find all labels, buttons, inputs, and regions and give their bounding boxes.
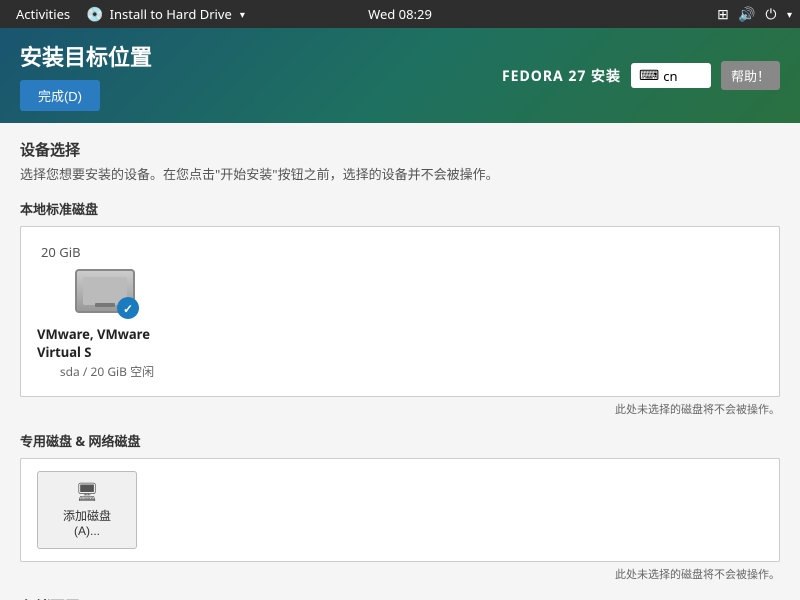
local-disk-box: 20 GiB ✓ VMware, VMware Virtual S sda / … (20, 226, 780, 397)
disk-item[interactable]: 20 GiB ✓ VMware, VMware Virtual S sda / … (37, 243, 177, 380)
volume-icon[interactable]: 🔊 (739, 6, 755, 22)
topbar-datetime: Wed 08:29 (368, 5, 432, 23)
keyboard-lang: cn (663, 67, 677, 85)
local-note: 此处未选择的磁盘将不会被操作。 (20, 401, 780, 417)
power-icon[interactable]: ⏻ (763, 6, 779, 22)
add-disk-label: 添加磁盘(A)... (52, 507, 122, 538)
system-menu-arrow: ▾ (787, 7, 792, 21)
main-content: 安装目标位置 完成(D) FEDORA 27 安装 ⌨ cn 帮助！ 设备选择 … (0, 28, 800, 600)
device-selection-title: 设备选择 (20, 139, 780, 160)
disk-size: 20 GiB (37, 243, 81, 261)
topbar-left: Activities 💿 Install to Hard Drive ▾ (8, 0, 253, 28)
installer-header: 安装目标位置 完成(D) FEDORA 27 安装 ⌨ cn 帮助！ (0, 28, 800, 123)
header-left: 安装目标位置 完成(D) (20, 40, 152, 111)
help-button[interactable]: 帮助！ (721, 61, 780, 90)
datetime-label: Wed 08:29 (368, 5, 432, 23)
page-title: 安装目标位置 (20, 40, 152, 72)
keyboard-icon: ⌨ (639, 66, 659, 85)
disk-name: VMware, VMware Virtual S (37, 325, 177, 361)
activities-button[interactable]: Activities (8, 0, 78, 28)
content-area: 设备选择 选择您想要安装的设备。在您点击"开始安装"按钮之前，选择的设备并不会被… (0, 123, 800, 600)
keyboard-input[interactable]: ⌨ cn (631, 63, 711, 88)
storage-title: 存储配置 (20, 596, 780, 600)
add-disk-box: 🖥 添加磁盘(A)... (20, 458, 780, 562)
header-right: FEDORA 27 安装 ⌨ cn 帮助！ (502, 61, 780, 90)
network-icon[interactable]: ⊞ (715, 6, 731, 22)
fedora-label: FEDORA 27 安装 (502, 66, 621, 86)
specialized-note: 此处未选择的磁盘将不会被操作。 (20, 566, 780, 582)
done-button[interactable]: 完成(D) (20, 80, 100, 111)
local-disks-label: 本地标准磁盘 (20, 199, 780, 218)
add-disk-icon: 🖥 (76, 482, 99, 503)
activities-label: Activities (16, 5, 70, 23)
disk-info: sda / 20 GiB 空闲 (60, 363, 154, 380)
dropdown-icon: ▾ (240, 7, 245, 21)
app-label: Install to Hard Drive (110, 5, 232, 23)
topbar-right: ⊞ 🔊 ⏻ ▾ (715, 6, 792, 22)
device-selection-desc: 选择您想要安装的设备。在您点击"开始安装"按钮之前，选择的设备并不会被操作。 (20, 164, 780, 183)
disk-check-icon: ✓ (117, 297, 139, 319)
topbar: Activities 💿 Install to Hard Drive ▾ Wed… (0, 0, 800, 28)
specialized-label: 专用磁盘 & 网络磁盘 (20, 431, 780, 450)
hdd-icon: 💿 (86, 5, 103, 24)
storage-section: 存储配置 完整磁盘摘要以及引导程序(F)... 已选择 1 个磁盘 (20, 596, 780, 600)
app-button[interactable]: 💿 Install to Hard Drive ▾ (78, 0, 253, 28)
add-disk-button[interactable]: 🖥 添加磁盘(A)... (37, 471, 137, 549)
disk-icon-container: ✓ (75, 269, 139, 319)
